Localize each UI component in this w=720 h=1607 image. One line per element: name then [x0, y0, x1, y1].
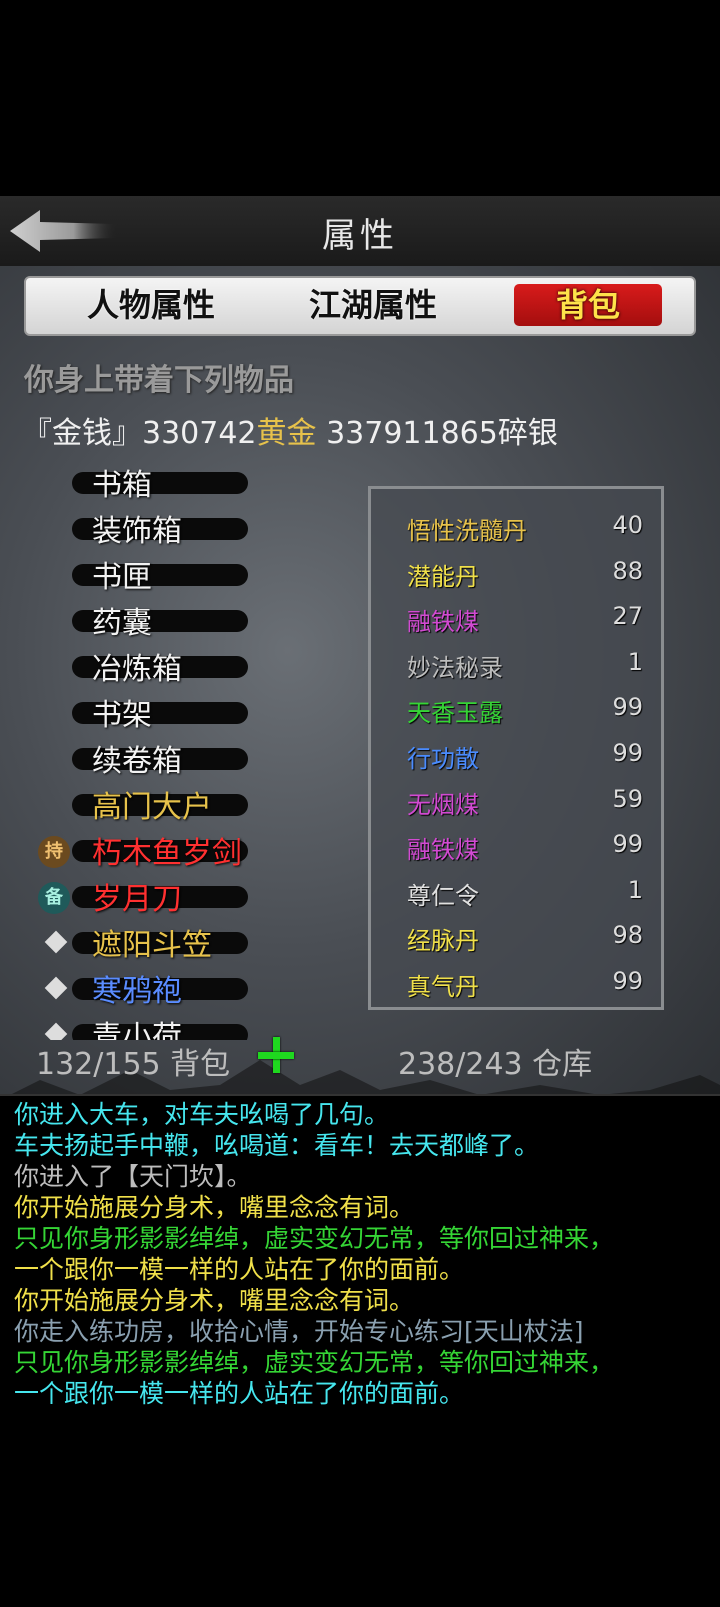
- container-label[interactable]: 书匣: [92, 552, 152, 596]
- item-name: 天香玉露: [407, 699, 503, 728]
- item-name: 融铁煤: [407, 608, 479, 637]
- bag-capacity: 132/155 背包: [36, 1047, 231, 1082]
- tab-backpack[interactable]: 背包: [514, 284, 662, 326]
- item-name: 悟性洗髓丹: [407, 517, 527, 545]
- log-line: 你开始施展分身术，嘴里念念有词。: [14, 1193, 415, 1222]
- container-row[interactable]: 高门大户: [0, 782, 360, 828]
- item-row[interactable]: 融铁煤 27: [371, 596, 661, 642]
- log-line: 只见你身形影影绰绰，虚实变幻无常，等你回过神来，: [14, 1224, 615, 1253]
- item-row[interactable]: 无烟煤 59: [371, 779, 661, 825]
- container-row[interactable]: 持朽木鱼岁剑: [0, 828, 360, 874]
- item-count: 99: [612, 967, 643, 995]
- log-line: 只见你身形影影绰绰，虚实变幻无常，等你回过神来，: [14, 1348, 615, 1377]
- diamond-icon: [44, 976, 68, 1000]
- expand-bag-plus-icon[interactable]: [256, 1035, 296, 1075]
- item-count: 99: [612, 830, 643, 859]
- item-name: 尊仁令: [407, 881, 479, 910]
- container-row[interactable]: 书架: [0, 690, 360, 736]
- item-row[interactable]: 融铁煤 99: [371, 824, 661, 870]
- container-label[interactable]: 续卷箱: [92, 736, 182, 780]
- item-count: 99: [612, 739, 643, 767]
- container-label[interactable]: 高门大户: [92, 782, 212, 826]
- item-name: 融铁煤: [407, 836, 479, 865]
- item-name: 无烟煤: [407, 790, 479, 819]
- inventory-subtitle: 你身上带着下列物品: [24, 363, 294, 398]
- item-count: 1: [627, 647, 643, 676]
- item-count: 99: [612, 693, 643, 722]
- item-count: 27: [612, 602, 643, 631]
- item-row[interactable]: 经脉丹 98: [371, 915, 661, 961]
- top-bar: 属性: [0, 196, 720, 266]
- container-list: 书箱 装饰箱 书匣 药囊 冶炼箱 书架 续卷箱 高门大户持朽木鱼岁剑备岁月刀 遮阳斗笠 寒鸦袍 青小…: [0, 460, 360, 1040]
- item-name: 行功散: [407, 745, 479, 773]
- silver-amount: 337911865: [316, 416, 498, 451]
- page-title: 属性: [322, 216, 398, 256]
- log-line: 你进入了【天门坎】。: [14, 1162, 252, 1191]
- message-log: 你进入大车，对车夫吆喝了几句。 车夫扬起手中鞭，吆喝道：看车！去天都峰了。 你进入了…: [0, 1094, 720, 1607]
- container-row[interactable]: 书箱: [0, 460, 360, 506]
- item-row[interactable]: 行功散 99: [371, 733, 661, 779]
- item-row[interactable]: 真气丹 99: [371, 961, 661, 1007]
- item-name: 妙法秘录: [407, 653, 503, 682]
- container-label[interactable]: 遮阳斗笠: [92, 920, 212, 964]
- item-name: 潜能丹: [407, 562, 479, 591]
- item-name: 真气丹: [407, 973, 479, 1001]
- gold-amount: 330742: [142, 416, 257, 451]
- item-count: 1: [627, 875, 643, 904]
- container-label[interactable]: 冶炼箱: [92, 644, 182, 688]
- money-prefix: 『金钱』: [22, 416, 142, 451]
- tab-character-attributes[interactable]: 人物属性: [66, 284, 236, 326]
- item-count: 59: [612, 784, 643, 813]
- container-label[interactable]: 药囊: [92, 598, 152, 642]
- container-row[interactable]: 药囊: [0, 598, 360, 644]
- log-line: 你走入练功房，收拾心情，开始专心练习[天山杖法]: [14, 1317, 584, 1346]
- container-row[interactable]: 遮阳斗笠: [0, 920, 360, 966]
- container-row[interactable]: 装饰箱: [0, 506, 360, 552]
- money-line: 『金钱』330742黄金 337911865碎银: [22, 408, 558, 452]
- item-list: 悟性洗髓丹 40 潜能丹 88 融铁煤 27 妙法秘录 1 天香玉露 99 行功散 99 无烟煤 59 融铁…: [368, 486, 664, 1010]
- container-row[interactable]: 书匣: [0, 552, 360, 598]
- container-row[interactable]: 寒鸦袍: [0, 966, 360, 1012]
- item-count: 88: [612, 556, 643, 585]
- container-label[interactable]: 书箱: [92, 460, 152, 504]
- diamond-icon: [44, 930, 68, 954]
- held-badge: 持: [38, 836, 70, 868]
- item-row[interactable]: 天香玉露 99: [371, 687, 661, 733]
- item-row[interactable]: 尊仁令 1: [371, 870, 661, 916]
- silver-label: 碎银: [497, 416, 558, 451]
- log-line: 你开始施展分身术，嘴里念念有词。: [14, 1286, 415, 1315]
- container-label[interactable]: 书架: [92, 690, 152, 734]
- item-name: 经脉丹: [407, 927, 479, 956]
- container-row[interactable]: 冶炼箱: [0, 644, 360, 690]
- container-label[interactable]: 朽木鱼岁剑: [92, 828, 242, 872]
- tab-jianghu-attributes[interactable]: 江湖属性: [288, 284, 458, 326]
- item-row[interactable]: 悟性洗髓丹 40: [371, 505, 661, 551]
- item-count: 40: [612, 511, 643, 539]
- capacity-bar: 132/155 背包 238/243 仓库: [0, 1035, 720, 1085]
- container-row[interactable]: 备岁月刀: [0, 874, 360, 920]
- spare-badge: 备: [38, 882, 70, 914]
- container-label[interactable]: 岁月刀: [92, 874, 182, 918]
- log-line: 车夫扬起手中鞭，吆喝道：看车！去天都峰了。: [14, 1131, 540, 1160]
- gold-label: 黄金: [256, 416, 317, 451]
- item-row[interactable]: 妙法秘录 1: [371, 642, 661, 688]
- log-line: 一个跟你一模一样的人站在了你的面前。: [14, 1379, 465, 1408]
- log-line: 你进入大车，对车夫吆喝了几句。: [14, 1100, 390, 1129]
- container-row[interactable]: 续卷箱: [0, 736, 360, 782]
- item-count: 98: [612, 921, 643, 950]
- container-label[interactable]: 装饰箱: [92, 506, 182, 550]
- tab-bar: 人物属性 江湖属性 背包: [24, 276, 696, 336]
- container-label[interactable]: 寒鸦袍: [92, 966, 182, 1010]
- log-line: 一个跟你一模一样的人站在了你的面前。: [14, 1255, 465, 1284]
- item-row[interactable]: 潜能丹 88: [371, 551, 661, 597]
- storage-capacity[interactable]: 238/243 仓库: [398, 1039, 592, 1083]
